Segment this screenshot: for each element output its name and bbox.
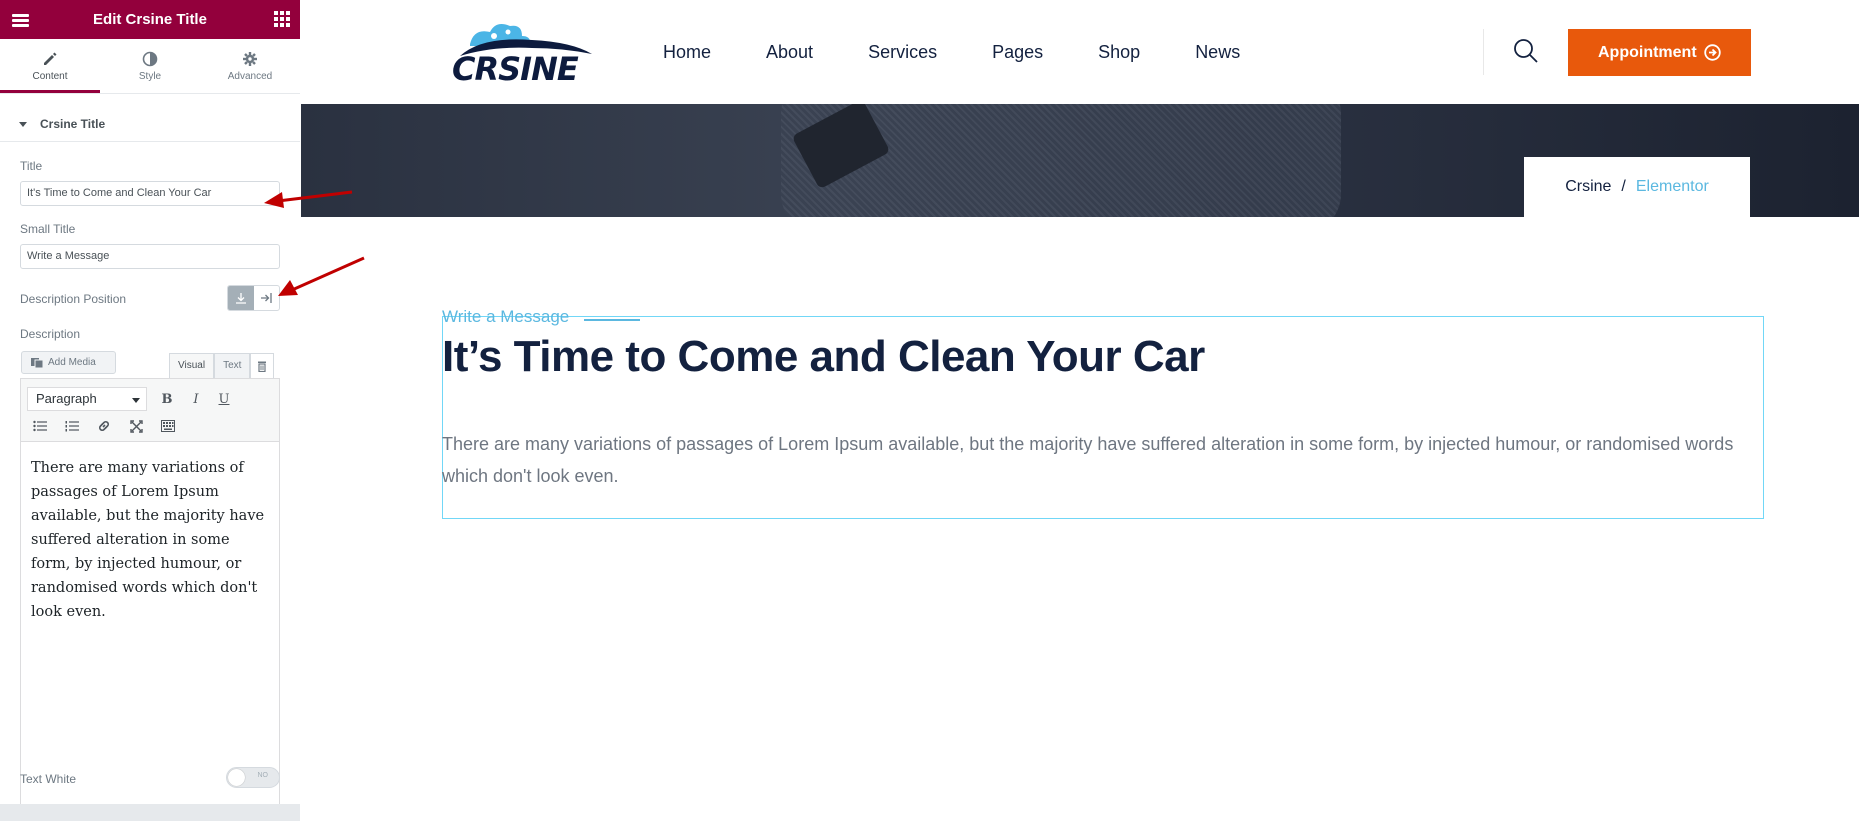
widgets-grid-icon[interactable] bbox=[274, 11, 290, 27]
add-media-button[interactable]: Add Media bbox=[21, 351, 116, 374]
site-header: CRSINE Home About Services Pages Shop Ne… bbox=[301, 0, 1859, 104]
add-media-label: Add Media bbox=[48, 357, 96, 368]
link-icon bbox=[99, 421, 109, 431]
title-input[interactable]: It's Time to Come and Clean Your Car bbox=[20, 181, 280, 206]
title-label: Title bbox=[20, 159, 43, 173]
format-select-value: Paragraph bbox=[36, 391, 97, 406]
small-title-underline bbox=[584, 319, 640, 321]
numbered-list-icon bbox=[65, 421, 79, 432]
italic-button[interactable]: I bbox=[185, 388, 207, 410]
breadcrumb-current: Elementor bbox=[1635, 178, 1709, 195]
keyboard-icon bbox=[161, 420, 175, 432]
tab-content-label: Content bbox=[32, 71, 68, 82]
panel-tabs: Content Style Advanced bbox=[0, 39, 300, 94]
tab-text[interactable]: Text bbox=[214, 353, 251, 379]
tab-advanced-label: Advanced bbox=[227, 71, 273, 82]
description-label: Description bbox=[20, 327, 81, 341]
fullscreen-button[interactable] bbox=[125, 415, 147, 437]
widget-title: It’s Time to Come and Clean Your Car bbox=[442, 332, 1205, 381]
switch-state: NO bbox=[257, 772, 269, 779]
position-bottom-button[interactable] bbox=[228, 286, 254, 310]
description-position-label: Description Position bbox=[20, 292, 127, 306]
numbered-list-button[interactable] bbox=[61, 415, 83, 437]
link-button[interactable] bbox=[93, 415, 115, 437]
caret-down-icon bbox=[19, 122, 27, 127]
nav-home[interactable]: Home bbox=[663, 42, 711, 63]
breadcrumb: Crsine / Elementor bbox=[1524, 157, 1750, 217]
editor-mode-tabs: Visual Text bbox=[169, 353, 275, 379]
panel-header: Edit Crsine Title bbox=[0, 0, 300, 39]
elementor-panel: Edit Crsine Title Content Style Advanced bbox=[0, 0, 300, 821]
align-bottom-icon bbox=[235, 293, 246, 304]
toolbar-toggle-button[interactable] bbox=[157, 415, 179, 437]
pencil-icon bbox=[44, 52, 57, 65]
site-preview: CRSINE Home About Services Pages Shop Ne… bbox=[301, 0, 1859, 821]
text-white-label: Text White bbox=[20, 772, 77, 786]
section-title: Crsine Title bbox=[40, 117, 106, 131]
editor-content[interactable]: There are many variations of passages of… bbox=[31, 456, 271, 624]
tab-style[interactable]: Style bbox=[100, 39, 200, 93]
logo-wordmark: CRSINE bbox=[452, 50, 579, 88]
media-icon bbox=[31, 358, 43, 368]
bold-button[interactable]: B bbox=[156, 388, 178, 410]
panel-title: Edit Crsine Title bbox=[93, 11, 207, 28]
chevron-down-icon bbox=[132, 398, 140, 403]
contrast-icon bbox=[142, 51, 158, 67]
switch-knob bbox=[228, 769, 245, 786]
trash-icon bbox=[258, 361, 267, 372]
search-icon[interactable] bbox=[1512, 37, 1540, 65]
text-white-switch[interactable]: NO bbox=[226, 767, 280, 788]
appointment-label: Appointment bbox=[1598, 44, 1697, 61]
breadcrumb-separator: / bbox=[1621, 178, 1626, 195]
underline-button[interactable]: U bbox=[213, 388, 235, 410]
section-header-crsine-title[interactable]: Crsine Title bbox=[0, 108, 300, 142]
editor-toolbar: Paragraph B I U bbox=[21, 379, 279, 442]
nav-pages[interactable]: Pages bbox=[992, 42, 1043, 63]
tab-visual[interactable]: Visual bbox=[169, 353, 215, 379]
widget-description: There are many variations of passages of… bbox=[442, 434, 1734, 486]
format-select[interactable]: Paragraph bbox=[27, 387, 147, 411]
panel-footer bbox=[0, 804, 300, 821]
align-right-icon bbox=[261, 293, 272, 303]
tab-content[interactable]: Content bbox=[0, 39, 100, 93]
widget-small-title: Write a Message bbox=[442, 307, 570, 326]
breadcrumb-home-link[interactable]: Crsine bbox=[1565, 178, 1611, 196]
trash-button[interactable] bbox=[250, 353, 275, 379]
logo[interactable]: CRSINE bbox=[452, 14, 597, 90]
arrow-circle-right-icon bbox=[1704, 44, 1721, 61]
gear-icon bbox=[243, 52, 257, 66]
nav-about[interactable]: About bbox=[766, 42, 813, 63]
appointment-button[interactable]: Appointment bbox=[1568, 29, 1751, 76]
nav-shop[interactable]: Shop bbox=[1098, 42, 1140, 63]
small-title-input[interactable]: Write a Message bbox=[20, 244, 280, 269]
small-title-label: Small Title bbox=[20, 222, 76, 236]
bullet-list-button[interactable] bbox=[29, 415, 51, 437]
nav-news[interactable]: News bbox=[1195, 42, 1240, 63]
tab-style-label: Style bbox=[138, 71, 162, 82]
header-divider bbox=[1483, 29, 1484, 75]
fullscreen-icon bbox=[129, 419, 143, 433]
position-right-button[interactable] bbox=[254, 286, 280, 310]
wysiwyg-editor: Paragraph B I U There are many variation… bbox=[20, 378, 280, 821]
nav-services[interactable]: Services bbox=[868, 42, 937, 63]
bullet-list-icon bbox=[33, 420, 47, 432]
description-position-toggle bbox=[227, 285, 280, 311]
main-nav: Home About Services Pages Shop News bbox=[663, 0, 1295, 104]
tab-advanced[interactable]: Advanced bbox=[200, 39, 300, 93]
